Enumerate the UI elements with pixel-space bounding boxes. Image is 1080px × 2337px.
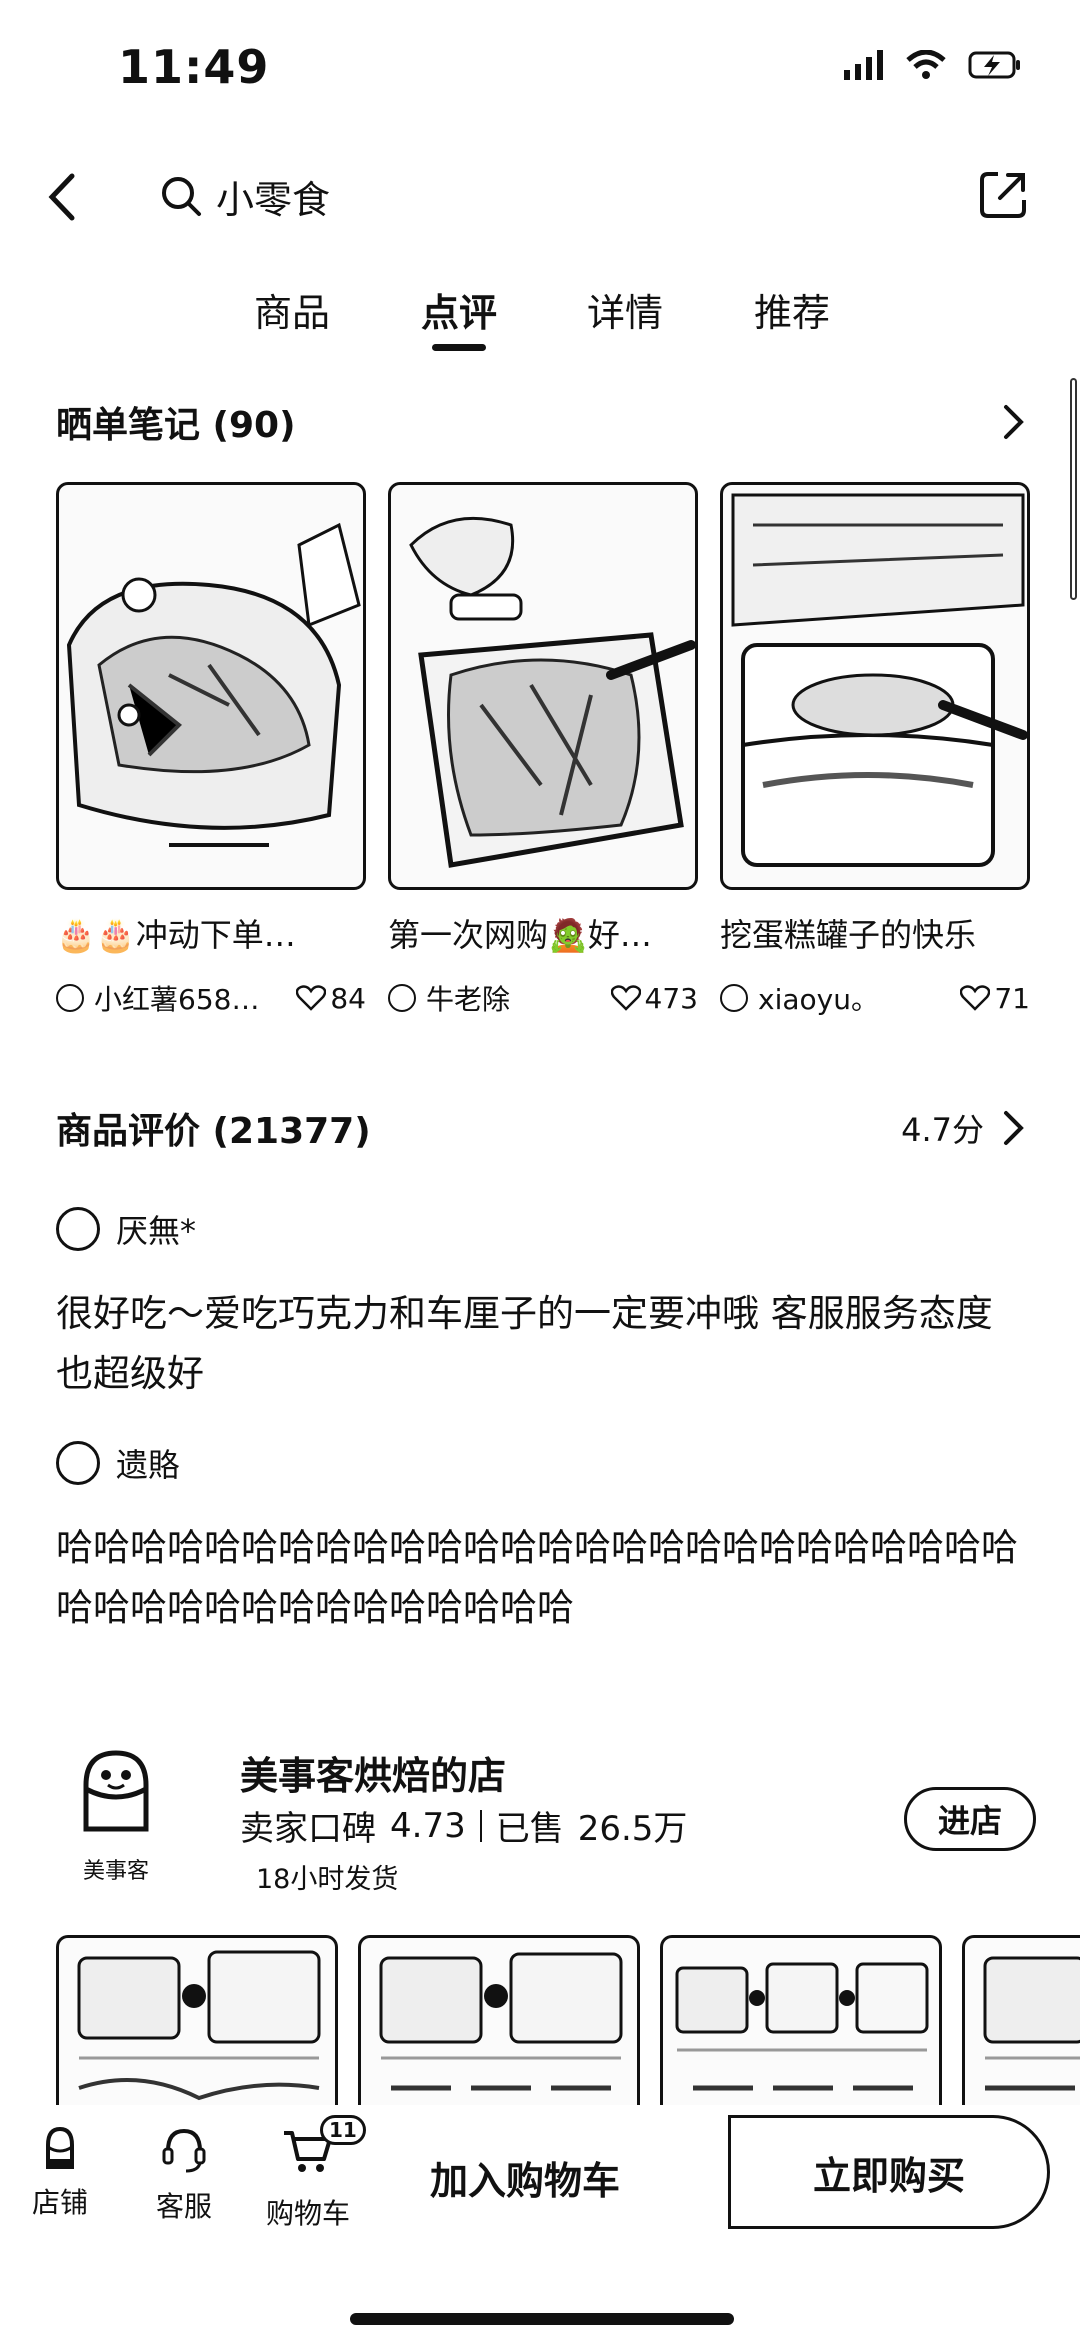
- shop-rating-label: 卖家口碑: [240, 1809, 376, 1849]
- heart-icon: [296, 985, 327, 1011]
- store-icon: [46, 2126, 74, 2169]
- shop-products-row: [56, 1935, 1080, 2105]
- note-likes[interactable]: 71: [960, 982, 1030, 1015]
- customer-service-label: 客服: [156, 2190, 213, 2223]
- status-icons: [844, 50, 1022, 80]
- notes-section-header[interactable]: 晒单笔记 (90): [56, 392, 1026, 452]
- tab-active-underline: [432, 344, 486, 351]
- cart-icon-wrap: 11: [282, 2115, 366, 2182]
- shop-logo[interactable]: 美事客: [56, 1745, 176, 1885]
- heart-icon: [960, 985, 991, 1011]
- tab-bar: 商品 点评 详情 推荐: [0, 282, 1080, 362]
- share-button[interactable]: [976, 168, 1030, 222]
- note-author-name: 牛老除: [426, 983, 511, 1016]
- tab-reviews[interactable]: 点评: [404, 282, 514, 351]
- scroll-indicator: [1070, 378, 1077, 600]
- note-title: 挖蛋糕罐子的快乐: [720, 916, 977, 954]
- search-query: 小零食: [216, 177, 331, 222]
- product-card[interactable]: [56, 1935, 338, 2105]
- shop-logo-text: 美事客: [82, 1859, 149, 1884]
- chevron-right-icon: [1004, 1111, 1024, 1145]
- note-card[interactable]: 🎂🎂冲动下单… 小红薯658… 84: [56, 482, 366, 1018]
- note-card[interactable]: 挖蛋糕罐子的快乐 xiaoyu。 71: [720, 482, 1030, 1018]
- avatar: [56, 1207, 100, 1251]
- reviews-section-header[interactable]: 商品评价 (21377) 4.7分: [56, 1098, 1026, 1158]
- shop-stats: 卖家口碑 4.73 已售 26.5万: [240, 1801, 687, 1850]
- note-image: [388, 482, 698, 890]
- tab-reviews-label: 点评: [420, 291, 497, 335]
- review-author: 遗賂: [56, 1440, 180, 1486]
- note-title: 第一次网购🧟好…: [388, 916, 652, 954]
- review-author-name: 厌無*: [116, 1212, 197, 1250]
- avatar: [388, 984, 416, 1012]
- store-label: 店铺: [32, 2186, 89, 2219]
- battery-charging-icon: [968, 51, 1020, 79]
- status-bar: 11:49: [0, 0, 1080, 140]
- note-author: 小红薯658…: [56, 978, 259, 1018]
- note-meta: 牛老除 473: [388, 978, 698, 1018]
- search-icon: [162, 177, 201, 216]
- product-card[interactable]: [660, 1935, 942, 2105]
- note-image: [720, 482, 1030, 890]
- note-author-name: xiaoyu。: [758, 983, 879, 1016]
- notes-list: 🎂🎂冲动下单… 小红薯658… 84 第一次网购🧟好… 牛老除 473 挖蛋糕罐…: [56, 482, 1036, 1018]
- note-likes[interactable]: 473: [610, 981, 698, 1015]
- cellular-signal-icon: [844, 50, 883, 80]
- note-author: 牛老除: [388, 978, 510, 1018]
- tab-product[interactable]: 商品: [237, 282, 347, 337]
- note-likes-count: 473: [644, 981, 698, 1015]
- enter-shop-button[interactable]: 进店: [904, 1787, 1036, 1851]
- avatar: [56, 1441, 100, 1485]
- status-time: 11:49: [118, 40, 270, 94]
- avatar: [720, 984, 748, 1012]
- bottom-action-bar: 店铺 客服 11 购物车 加入购物车 立即购买: [0, 2105, 1080, 2337]
- shop-sold: 26.5万: [577, 1809, 688, 1849]
- review-text: 哈哈哈哈哈哈哈哈哈哈哈哈哈哈哈哈哈哈哈哈哈哈哈哈哈哈哈哈哈哈哈哈哈哈哈哈哈哈哈哈: [56, 1526, 1018, 1629]
- wifi-icon: [906, 50, 946, 79]
- note-likes[interactable]: 84: [296, 982, 366, 1015]
- shop-rating: 4.73: [390, 1805, 466, 1846]
- reviews-score-group: 4.7分: [901, 1105, 1026, 1151]
- home-indicator: [350, 2313, 734, 2325]
- heart-icon: [610, 985, 641, 1011]
- note-image: [56, 482, 366, 890]
- avatar: [56, 984, 84, 1012]
- chevron-right-icon: [1004, 405, 1024, 439]
- tab-recommend[interactable]: 推荐: [737, 282, 847, 337]
- customer-service-button[interactable]: 客服: [156, 2125, 212, 2225]
- reviews-score: 4.7分: [901, 1111, 984, 1149]
- note-card[interactable]: 第一次网购🧟好… 牛老除 473: [388, 482, 698, 1018]
- note-author: xiaoyu。: [720, 978, 879, 1018]
- reviews-section-title: 商品评价 (21377): [56, 1111, 371, 1152]
- product-card[interactable]: [962, 1935, 1080, 2105]
- shop-name[interactable]: 美事客烘焙的店: [240, 1745, 506, 1800]
- headset-icon: [162, 2128, 206, 2173]
- cart-count-badge: 11: [320, 2115, 366, 2145]
- shop-shipping-time: 18小时发货: [256, 1864, 399, 1895]
- note-likes-count: 84: [330, 981, 366, 1015]
- note-meta: 小红薯658… 84: [56, 978, 366, 1018]
- note-meta: xiaoyu。 71: [720, 978, 1030, 1018]
- buy-now-button[interactable]: 立即购买: [728, 2115, 1050, 2229]
- review-author: 厌無*: [56, 1206, 196, 1252]
- search-bar[interactable]: 小零食: [160, 168, 330, 224]
- divider: [479, 1809, 482, 1842]
- note-likes-count: 71: [994, 981, 1030, 1015]
- product-card[interactable]: [358, 1935, 640, 2105]
- tab-details[interactable]: 详情: [570, 282, 680, 337]
- note-title: 🎂🎂冲动下单…: [56, 916, 296, 954]
- search-header: 小零食: [0, 150, 1080, 240]
- review-text: 很好吃～爱吃巧克力和车厘子的一定要冲哦 客服服务态度也超级好: [56, 1292, 993, 1395]
- notes-section-title: 晒单笔记 (90): [56, 405, 296, 446]
- cart-label: 购物车: [266, 2197, 351, 2230]
- shop-card: 美事客 美事客烘焙的店 卖家口碑 4.73 已售 26.5万 18小时发货 进店: [56, 1745, 1036, 1895]
- add-to-cart-button[interactable]: 加入购物车: [430, 2150, 620, 2205]
- store-button[interactable]: 店铺: [32, 2125, 88, 2221]
- shop-sold-label: 已售: [495, 1809, 564, 1849]
- back-button[interactable]: [40, 170, 86, 224]
- cart-button[interactable]: 11 购物车: [266, 2115, 366, 2232]
- note-author-name: 小红薯658…: [94, 983, 260, 1016]
- review-author-name: 遗賂: [116, 1446, 181, 1484]
